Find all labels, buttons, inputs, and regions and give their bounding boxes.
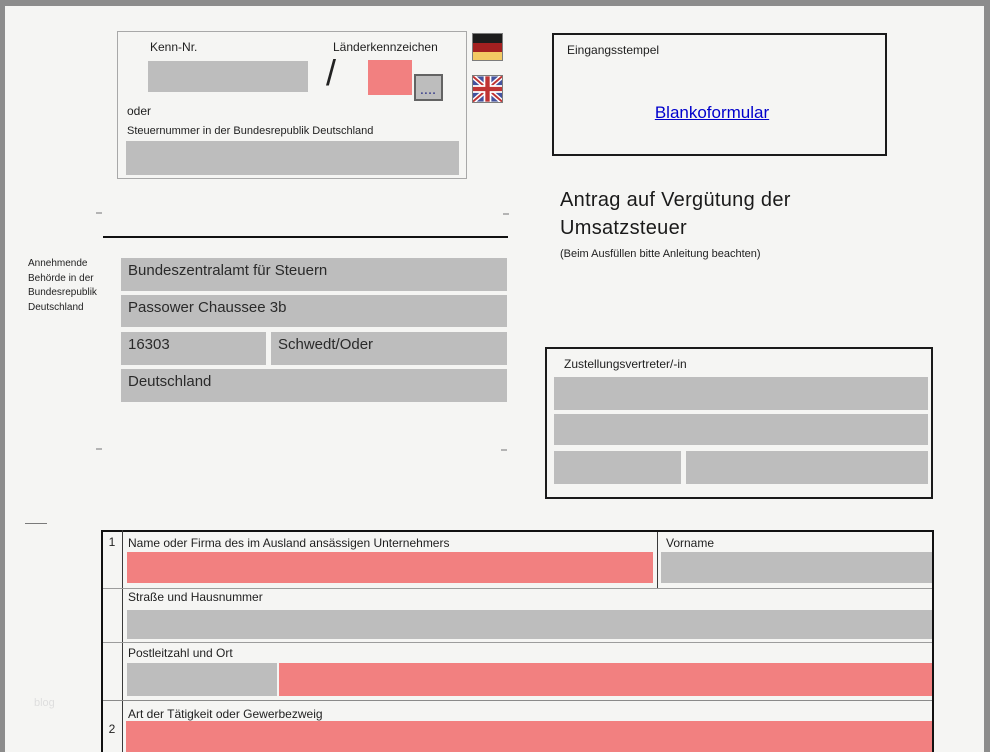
kenn-nr-input[interactable] <box>148 61 308 92</box>
name-firma-input[interactable] <box>127 552 653 583</box>
kenn-nr-label: Kenn-Nr. <box>150 40 197 54</box>
slash-separator: / <box>326 52 336 94</box>
delegate-city-input[interactable] <box>686 451 928 484</box>
authority-city-field[interactable]: Schwedt/Oder <box>271 332 507 365</box>
plz-ort-label: Postleitzahl und Ort <box>128 646 233 660</box>
laenderkennzeichen-label: Länderkennzeichen <box>333 40 438 54</box>
name-firma-label: Name oder Firma des im Ausland ansässige… <box>128 536 449 550</box>
taetigkeit-label: Art der Tätigkeit oder Gewerbezweig <box>128 707 323 721</box>
steuernummer-label: Steuernummer in der Bundesrepublik Deuts… <box>127 125 373 137</box>
vorname-input[interactable] <box>661 552 932 583</box>
strasse-input[interactable] <box>127 610 932 639</box>
number-column-divider <box>122 530 123 752</box>
vorname-label: Vorname <box>666 536 714 550</box>
german-flag-icon[interactable] <box>472 33 503 61</box>
authority-postal-code-field[interactable]: 16303 <box>121 332 266 365</box>
crop-mark <box>503 213 509 215</box>
delegate-street-input[interactable] <box>554 414 928 445</box>
laenderkennzeichen-input[interactable] <box>368 60 412 95</box>
authority-country-field[interactable]: Deutschland <box>121 369 507 402</box>
watermark-text: blog <box>34 697 55 709</box>
crop-mark <box>96 212 102 214</box>
fold-mark <box>25 523 47 524</box>
lookup-dots-button[interactable]: .... <box>414 74 443 101</box>
page-title-line1: Antrag auf Vergütung der <box>560 186 920 214</box>
row-divider <box>103 588 932 589</box>
row1-cell-divider <box>657 532 658 588</box>
row-divider <box>103 700 932 701</box>
row-divider <box>103 642 932 643</box>
authority-street-field[interactable]: Passower Chaussee 3b <box>121 295 507 327</box>
crop-mark <box>501 449 507 451</box>
delegate-postal-input[interactable] <box>554 451 681 484</box>
authority-side-label: Annehmende Behörde in der Bundesrepublik… <box>28 257 124 315</box>
row2-number: 2 <box>104 722 120 736</box>
header-rule <box>103 236 508 238</box>
authority-name-field[interactable]: Bundeszentralamt für Steuern <box>121 258 507 291</box>
form-screenshot: Kenn-Nr. / Länderkennzeichen .... oder S… <box>0 0 990 752</box>
uk-flag-icon[interactable] <box>472 75 503 103</box>
page-subtitle: (Beim Ausfüllen bitte Anleitung beachten… <box>560 248 761 260</box>
crop-mark <box>96 448 102 450</box>
ort-input[interactable] <box>279 663 932 696</box>
strasse-label: Straße und Hausnummer <box>128 590 263 604</box>
blankoformular-link[interactable]: Blankoformular <box>552 103 872 123</box>
eingangsstempel-label: Eingangsstempel <box>567 43 659 57</box>
page-title-line2: Umsatzsteuer <box>560 214 920 242</box>
steuernummer-input[interactable] <box>126 141 459 175</box>
delegate-label: Zustellungsvertreter/-in <box>564 357 687 371</box>
oder-label: oder <box>127 104 151 118</box>
taetigkeit-input[interactable] <box>126 721 932 752</box>
delegate-name-input[interactable] <box>554 377 928 410</box>
row1-number: 1 <box>104 535 120 549</box>
plz-input[interactable] <box>127 663 277 696</box>
page-title: Antrag auf Vergütung der Umsatzsteuer <box>560 186 920 242</box>
